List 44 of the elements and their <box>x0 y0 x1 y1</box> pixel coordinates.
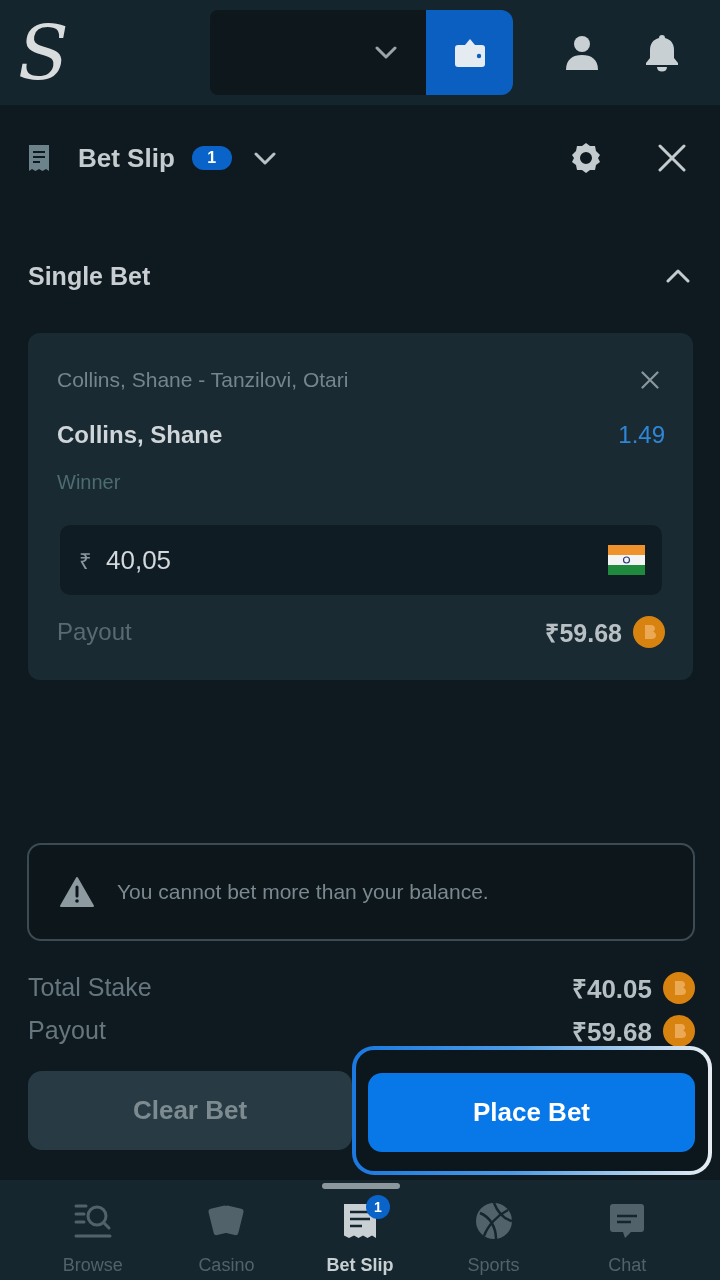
event-name: Collins, Shane - Tanzilovi, Otari <box>57 368 349 392</box>
summary-label: Total Stake <box>28 973 152 1002</box>
stake-value: 40,05 <box>106 544 172 576</box>
wallet-icon <box>453 37 486 68</box>
flag-icon <box>608 545 645 575</box>
user-icon[interactable] <box>565 34 599 71</box>
place-bet-button[interactable]: Place Bet <box>368 1073 695 1152</box>
coin-icon <box>663 1014 695 1047</box>
nav-item[interactable]: Sports <box>426 1193 561 1275</box>
coin-icon <box>663 971 695 1004</box>
settings-icon[interactable] <box>570 142 602 174</box>
nav-item[interactable]: 1 Bet Slip <box>293 1193 427 1275</box>
warning-message: You cannot bet more than your balance. <box>117 880 489 904</box>
chevron-up-icon[interactable] <box>666 269 690 283</box>
summary-label: Payout <box>28 1016 106 1045</box>
summary-value: ₹40.05 <box>571 972 652 1006</box>
currency-symbol: ₹ <box>79 548 92 575</box>
payout-label: Payout <box>57 618 132 646</box>
count-badge: 1 <box>191 146 232 170</box>
summary-value: ₹59.68 <box>571 1015 652 1049</box>
close-icon[interactable] <box>641 371 659 389</box>
count-badge: 1 <box>366 1195 390 1219</box>
close-icon[interactable] <box>658 144 686 172</box>
odds-value: 1.49 <box>618 421 665 449</box>
coin-icon <box>633 616 665 648</box>
section-title: Single Bet <box>28 261 151 291</box>
clear-bet-button[interactable]: Clear Bet <box>28 1071 352 1150</box>
bell-icon[interactable] <box>645 33 679 72</box>
wallet-button[interactable] <box>426 10 513 95</box>
drag-handle[interactable] <box>322 1183 400 1189</box>
warning-icon <box>60 877 94 907</box>
receipt-icon <box>28 144 50 172</box>
ball-icon <box>473 1201 514 1241</box>
bet-slip-title: Bet Slip <box>78 142 175 174</box>
chevron-down-icon[interactable] <box>253 151 276 165</box>
nav-item[interactable]: Browse <box>26 1193 160 1275</box>
nav-item[interactable]: Chat <box>560 1193 694 1275</box>
stake-input-field[interactable]: ₹ 40,05 <box>60 525 662 595</box>
market-name: Winner <box>57 470 121 495</box>
nav-item[interactable]: Casino <box>159 1193 294 1275</box>
chevron-down-icon <box>375 46 397 59</box>
selection-name: Collins, Shane <box>57 421 223 449</box>
logo[interactable]: S <box>18 12 68 93</box>
payout-value: ₹59.68 <box>545 618 622 649</box>
